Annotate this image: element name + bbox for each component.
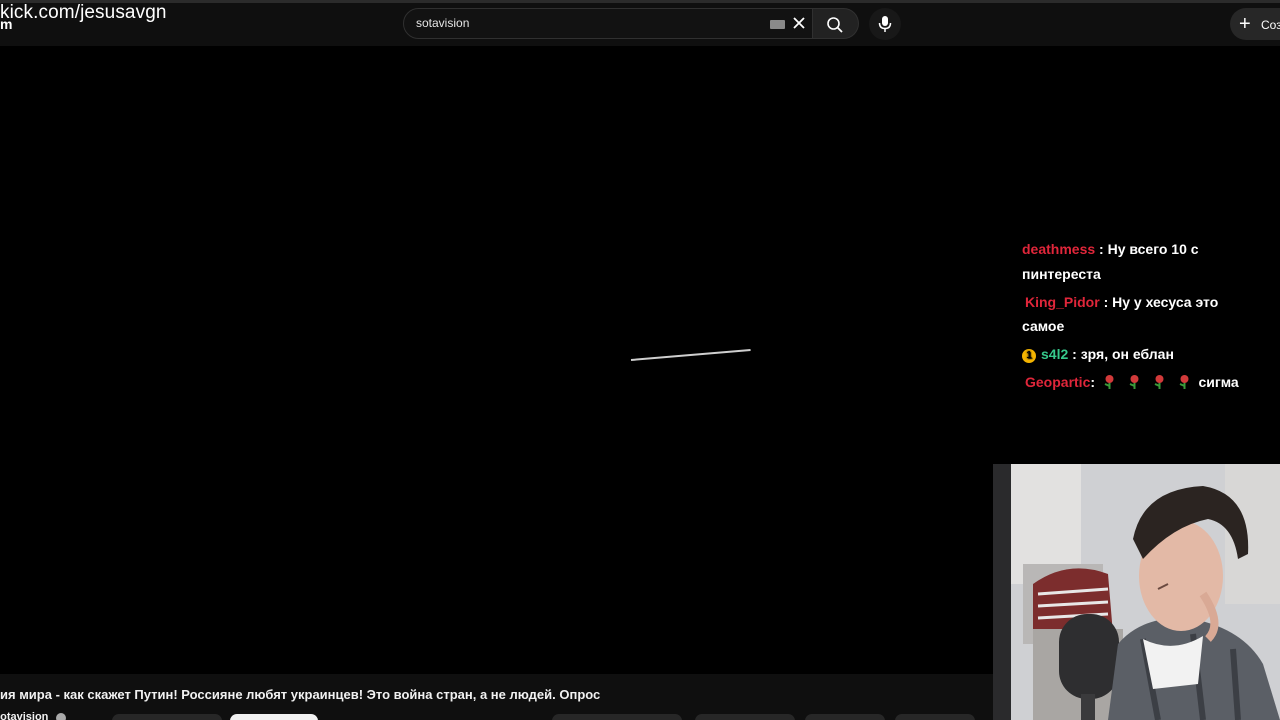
subscribe-button[interactable] <box>230 714 318 720</box>
download-button[interactable] <box>805 714 885 720</box>
stream-url-overlay-line2: m <box>0 16 13 32</box>
video-title: ия мира - как скажет Путин! Россияне люб… <box>0 687 601 702</box>
rose-emote-icon <box>1104 375 1114 389</box>
chat-text: сигма <box>1198 374 1239 390</box>
chat-username: Geopartic <box>1025 374 1091 390</box>
chat-message: 1 s4l2 : зря, он еблан <box>1022 346 1174 363</box>
chat-username: King_Pidor <box>1025 294 1100 310</box>
subscriber-badge: 1 <box>1022 349 1036 363</box>
chat-message-continuation: самое <box>1022 318 1064 334</box>
chat-username: deathmess <box>1022 242 1096 257</box>
stream-url-overlay: kick.com/jesusavgn <box>0 2 167 23</box>
search-icon <box>827 17 843 33</box>
chat-text: : Ну всего 10 с <box>1099 242 1199 257</box>
search-button[interactable] <box>813 8 859 39</box>
join-button[interactable] <box>112 714 222 720</box>
keyboard-icon[interactable] <box>770 20 785 29</box>
chat-username: s4l2 <box>1041 346 1069 362</box>
stream-chat-overlay: deathmess : Ну всего 10 с пинтереста Kin… <box>1021 242 1276 392</box>
chat-text: : Ну у хесуса это <box>1103 294 1219 310</box>
chat-text: пинтереста <box>1022 266 1101 282</box>
chat-message: King_Pidor : Ну у хесуса это <box>1022 294 1218 310</box>
chat-text: : <box>1090 374 1096 390</box>
streamer-webcam <box>993 464 1280 720</box>
channel-name[interactable]: sotavision <box>0 711 48 720</box>
search-input[interactable]: sotavision <box>403 8 813 39</box>
voice-search-button[interactable] <box>869 8 901 40</box>
save-button[interactable] <box>895 714 975 720</box>
microphone-icon <box>878 16 892 32</box>
chat-message: deathmess : Ну всего 10 с <box>1022 242 1199 257</box>
verified-icon <box>56 713 66 720</box>
chat-message: Geopartic: сигма <box>1022 374 1239 390</box>
plus-icon: + <box>1239 13 1251 35</box>
like-button[interactable] <box>552 714 682 720</box>
chat-message-continuation: пинтереста <box>1022 266 1101 282</box>
rose-emote-icon <box>1154 375 1164 389</box>
rose-emote-icon <box>1129 375 1139 389</box>
rose-emote-icon <box>1179 375 1189 389</box>
share-button[interactable] <box>695 714 795 720</box>
chat-text: : зря, он еблан <box>1072 346 1174 362</box>
create-button[interactable]: + Создать <box>1230 8 1280 40</box>
create-label: Создать <box>1261 18 1280 32</box>
search-query[interactable]: sotavision <box>416 16 469 30</box>
clear-search-icon[interactable] <box>789 13 809 33</box>
top-border <box>0 0 1280 3</box>
chat-text: самое <box>1022 318 1065 334</box>
webcam-image <box>993 464 1280 720</box>
